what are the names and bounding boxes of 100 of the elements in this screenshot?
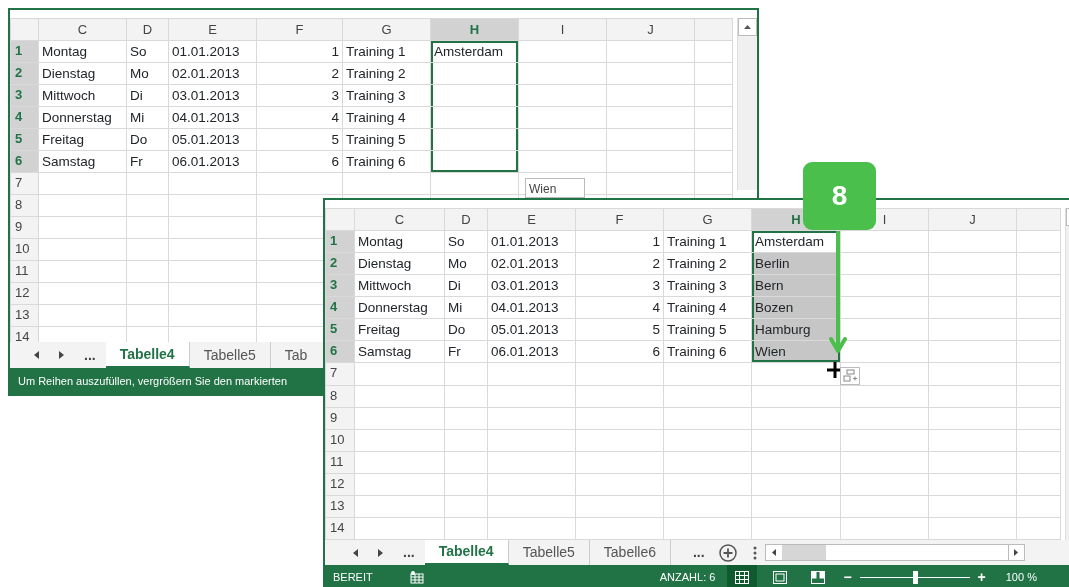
table-cell: Dienstag (38, 62, 127, 85)
table-cell: Dienstag (354, 252, 445, 275)
triangle-right-icon (59, 351, 64, 359)
table-cell: 1 (575, 230, 664, 253)
row-header[interactable]: 10 (325, 429, 355, 452)
table-cell: 2 (256, 62, 343, 85)
table-cell: Mi (126, 106, 169, 129)
column-header[interactable]: I (518, 18, 607, 41)
table-cell: 3 (256, 84, 343, 107)
column-header[interactable]: J (928, 208, 1017, 231)
row-header[interactable]: 2 (325, 252, 355, 275)
status-message: Um Reihen auszufüllen, vergrößern Sie den markierten (18, 373, 288, 389)
status-count: ANZAHL: 6 (659, 570, 716, 586)
column-header[interactable]: E (487, 208, 576, 231)
row-header[interactable]: 4 (10, 106, 39, 129)
row-header[interactable]: 8 (325, 385, 355, 408)
column-header[interactable]: G (663, 208, 752, 231)
table-cell: 06.01.2013 (487, 340, 576, 363)
arrow-up-icon (744, 25, 751, 29)
table-cell: Training 1 (663, 230, 752, 253)
row-header[interactable]: 13 (325, 495, 355, 518)
column-header[interactable]: C (38, 18, 127, 41)
table-cell: Montag (38, 40, 127, 63)
column-header[interactable]: F (256, 18, 343, 41)
table-cell: 4 (575, 296, 664, 319)
plus-circle-icon (718, 543, 737, 562)
row-header[interactable]: 13 (10, 304, 39, 327)
column-header[interactable]: F (575, 208, 664, 231)
row-header[interactable]: 10 (10, 238, 39, 261)
table-cell: Training 4 (663, 296, 752, 319)
table-cell: Fr (444, 340, 488, 363)
row-header[interactable]: 14 (325, 517, 355, 540)
column-header[interactable]: D (126, 18, 169, 41)
table-cell: Do (126, 128, 169, 151)
row-header[interactable]: 2 (10, 62, 39, 85)
zoom-in-button[interactable]: + (975, 567, 988, 587)
scroll-up-button[interactable] (738, 18, 757, 36)
arrow-left-icon (771, 549, 776, 556)
table-cell: 05.01.2013 (168, 128, 257, 151)
scroll-thumb[interactable] (781, 545, 826, 560)
resize-handle-icon[interactable] (752, 545, 757, 560)
table-cell: Training 5 (342, 128, 431, 151)
column-header[interactable]: G (342, 18, 431, 41)
more-sheets-button[interactable]: ... (683, 540, 715, 565)
table-cell: 04.01.2013 (168, 106, 257, 129)
more-sheets-button[interactable]: ... (393, 540, 425, 565)
table-cell: Amsterdam (751, 230, 841, 253)
sheet-tab[interactable]: Tab (270, 342, 308, 368)
triangle-left-icon (34, 351, 39, 359)
vertical-scrollbar[interactable] (737, 18, 757, 190)
table-cell: Amsterdam (430, 40, 519, 63)
row-header[interactable]: 11 (325, 451, 355, 474)
row-header[interactable]: 1 (325, 230, 355, 253)
table-cell: 04.01.2013 (487, 296, 576, 319)
column-header[interactable]: E (168, 18, 257, 41)
table-cell: 01.01.2013 (168, 40, 257, 63)
macro-record-icon[interactable] (409, 571, 424, 584)
sheet-tab[interactable]: Tabelle4 (424, 540, 509, 565)
row-header[interactable]: 7 (325, 362, 355, 385)
table-cell: 02.01.2013 (168, 62, 257, 85)
row-header[interactable]: 8 (10, 194, 39, 217)
status-mode: BEREIT (333, 570, 373, 586)
table-cell: Mo (444, 252, 488, 275)
sheet-tab[interactable]: Tabelle4 (105, 342, 190, 368)
table-cell: Training 6 (663, 340, 752, 363)
row-header[interactable]: 1 (10, 40, 39, 63)
row-header[interactable]: 6 (325, 340, 355, 363)
table-cell: Di (126, 84, 169, 107)
zoom-out-button[interactable]: − (841, 567, 854, 587)
table-cell: Training 6 (342, 150, 431, 173)
row-header[interactable]: 5 (325, 318, 355, 341)
table-cell: 3 (575, 274, 664, 297)
table-cell: 2 (575, 252, 664, 275)
row-header[interactable]: 7 (10, 172, 39, 195)
row-header[interactable]: 9 (325, 407, 355, 430)
horizontal-scrollbar[interactable] (764, 544, 1025, 561)
column-header[interactable]: C (354, 208, 445, 231)
slider-thumb[interactable] (912, 571, 918, 584)
table-cell: Samstag (354, 340, 445, 363)
row-header[interactable]: 9 (10, 216, 39, 239)
row-header[interactable]: 3 (325, 274, 355, 297)
table-cell: Montag (354, 230, 445, 253)
table-cell: 4 (256, 106, 343, 129)
table-cell: 6 (575, 340, 664, 363)
table-cell: 1 (256, 40, 343, 63)
row-header[interactable]: 3 (10, 84, 39, 107)
row-header[interactable]: 11 (10, 260, 39, 283)
row-header[interactable]: 5 (10, 128, 39, 151)
table-cell: Do (444, 318, 488, 341)
view-button[interactable] (727, 565, 758, 587)
table-cell: Training 3 (342, 84, 431, 107)
row-header[interactable]: 12 (10, 282, 39, 305)
row-header[interactable]: 6 (10, 150, 39, 173)
column-header[interactable]: J (606, 18, 695, 41)
column-header[interactable]: D (444, 208, 488, 231)
more-sheets-button[interactable]: ... (74, 342, 106, 368)
row-header[interactable]: 12 (325, 473, 355, 496)
table-cell: Fr (126, 150, 169, 173)
row-header[interactable]: 4 (325, 296, 355, 319)
column-header[interactable]: H (430, 18, 519, 41)
